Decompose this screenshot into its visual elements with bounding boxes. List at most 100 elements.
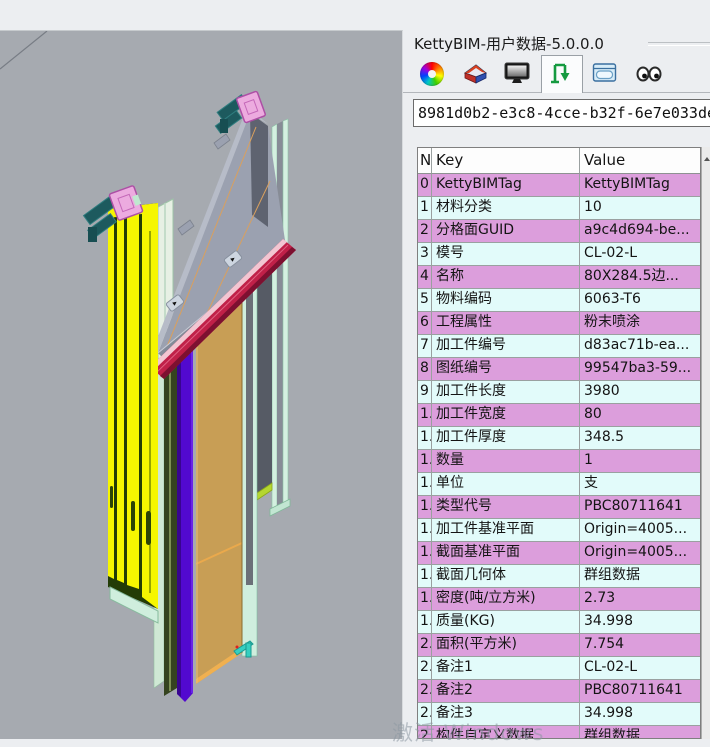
table-row[interactable]: 3模号CL-02-L bbox=[418, 243, 700, 266]
table-cell-val: 2.73 bbox=[580, 588, 700, 611]
table-cell-no: 0 bbox=[418, 174, 432, 197]
table-cell-val: 348.5 bbox=[580, 427, 700, 450]
table-cell-no: 8 bbox=[418, 358, 432, 381]
header-cell-value[interactable]: Value bbox=[580, 148, 700, 174]
app-window: { "window": { "title": "KettyBIM-用户数据-5.… bbox=[0, 0, 710, 739]
material-pie-icon[interactable] bbox=[461, 61, 489, 89]
table-cell-no: 1 bbox=[418, 197, 432, 220]
data-table[interactable]: No Key Value 0KettyBIMTagKettyBIMTag1材料分… bbox=[417, 147, 701, 739]
model-tan-panel bbox=[196, 288, 242, 684]
table-cell-no: 2. bbox=[418, 726, 432, 739]
table-cell-val: 支 bbox=[580, 473, 700, 496]
table-row[interactable]: 2.备注1CL-02-L bbox=[418, 657, 700, 680]
table-cell-key: 图纸编号 bbox=[432, 358, 580, 381]
table-cell-no: 3 bbox=[418, 243, 432, 266]
table-row[interactable]: 5物料编码6063-T6 bbox=[418, 289, 700, 312]
table-cell-no: 1. bbox=[418, 404, 432, 427]
model-olive-strip bbox=[164, 351, 177, 696]
table-cell-val: 群组数据 bbox=[580, 726, 700, 739]
table-cell-val: 10 bbox=[580, 197, 700, 220]
table-cell-val: 80X284.5边... bbox=[580, 266, 700, 289]
table-row[interactable]: 1.单位支 bbox=[418, 473, 700, 496]
table-cell-val: 粉末喷涂 bbox=[580, 312, 700, 335]
table-cell-val: PBC80711641 bbox=[580, 680, 700, 703]
table-row[interactable]: 2分格面GUIDa9c4d694-be... bbox=[418, 220, 700, 243]
table-row[interactable]: 1.加工件厚度348.5 bbox=[418, 427, 700, 450]
table-cell-no: 5 bbox=[418, 289, 432, 312]
table-cell-no: 2 bbox=[418, 220, 432, 243]
scrollbar-up-icon bbox=[704, 157, 710, 161]
table-cell-key: 材料分类 bbox=[432, 197, 580, 220]
monitor-icon[interactable] bbox=[504, 61, 532, 89]
axis-line bbox=[0, 31, 47, 69]
panel-title: KettyBIM-用户数据-5.0.0.0 bbox=[414, 33, 604, 54]
table-row[interactable]: 9加工件长度3980 bbox=[418, 381, 700, 404]
table-cell-key: 加工件编号 bbox=[432, 335, 580, 358]
table-cell-key: 备注3 bbox=[432, 703, 580, 726]
table-cell-no: 1. bbox=[418, 588, 432, 611]
import-pipe-icon[interactable] bbox=[549, 61, 577, 89]
table-cell-key: 类型代号 bbox=[432, 496, 580, 519]
header-cell-key[interactable]: Key bbox=[432, 148, 580, 174]
color-wheel-icon[interactable] bbox=[419, 61, 447, 89]
table-row[interactable]: 8图纸编号99547ba3-59... bbox=[418, 358, 700, 381]
table-cell-no: 1. bbox=[418, 565, 432, 588]
title-divider bbox=[648, 42, 710, 46]
table-cell-val: 3980 bbox=[580, 381, 700, 404]
table-row[interactable]: 1.加工件宽度80 bbox=[418, 404, 700, 427]
table-cell-key: KettyBIMTag bbox=[432, 174, 580, 197]
table-row[interactable]: 4名称80X284.5边... bbox=[418, 266, 700, 289]
vertical-scrollbar[interactable] bbox=[701, 147, 710, 739]
model-right-inner-channel bbox=[242, 238, 257, 656]
table-row[interactable]: 6工程属性粉末喷涂 bbox=[418, 312, 700, 335]
table-row[interactable]: 1.截面几何体群组数据 bbox=[418, 565, 700, 588]
table-cell-key: 质量(KG) bbox=[432, 611, 580, 634]
table-cell-key: 截面几何体 bbox=[432, 565, 580, 588]
table-row[interactable]: 1.质量(KG)34.998 bbox=[418, 611, 700, 634]
table-row[interactable]: 1.截面基准平面Origin=4005... bbox=[418, 542, 700, 565]
table-cell-key: 数量 bbox=[432, 450, 580, 473]
table-cell-no: 2. bbox=[418, 680, 432, 703]
table-cell-val: CL-02-L bbox=[580, 243, 700, 266]
table-cell-val: 34.998 bbox=[580, 703, 700, 726]
table-cell-val: Origin=4005... bbox=[580, 519, 700, 542]
eyes-icon[interactable] bbox=[635, 61, 663, 89]
table-cell-val: CL-02-L bbox=[580, 657, 700, 680]
table-cell-val: 群组数据 bbox=[580, 565, 700, 588]
table-row[interactable]: 1.类型代号PBC80711641 bbox=[418, 496, 700, 519]
header-cell-no[interactable]: No bbox=[418, 148, 432, 174]
3d-viewport[interactable] bbox=[0, 30, 403, 739]
table-cell-key: 面积(平方米) bbox=[432, 634, 580, 657]
model-drawing bbox=[0, 31, 403, 739]
table-cell-no: 1. bbox=[418, 611, 432, 634]
table-row[interactable]: 1.加工件基准平面Origin=4005... bbox=[418, 519, 700, 542]
table-cell-no: 1. bbox=[418, 473, 432, 496]
table-cell-key: 物料编码 bbox=[432, 289, 580, 312]
table-row[interactable]: 2.备注2PBC80711641 bbox=[418, 680, 700, 703]
table-cell-val: Origin=4005... bbox=[580, 542, 700, 565]
table-cell-key: 加工件宽度 bbox=[432, 404, 580, 427]
window-box-icon[interactable] bbox=[592, 61, 620, 89]
table-row[interactable]: 2.备注334.998 bbox=[418, 703, 700, 726]
guid-input[interactable] bbox=[413, 99, 710, 127]
table-cell-val: PBC80711641 bbox=[580, 496, 700, 519]
table-row[interactable]: 2.构件自定义数据群组数据 bbox=[418, 726, 700, 739]
table-cell-no: 4 bbox=[418, 266, 432, 289]
table-row[interactable]: 1材料分类10 bbox=[418, 197, 700, 220]
table-row[interactable]: 0KettyBIMTagKettyBIMTag bbox=[418, 174, 700, 197]
table-row[interactable]: 2.面积(平方米)7.754 bbox=[418, 634, 700, 657]
table-cell-no: 1. bbox=[418, 542, 432, 565]
table-body: 0KettyBIMTagKettyBIMTag1材料分类102分格面GUIDa9… bbox=[418, 174, 700, 739]
table-cell-no: 1. bbox=[418, 496, 432, 519]
table-cell-key: 加工件长度 bbox=[432, 381, 580, 404]
table-cell-key: 密度(吨/立方米) bbox=[432, 588, 580, 611]
table-row[interactable]: 7加工件编号d83ac71b-ea... bbox=[418, 335, 700, 358]
table-cell-val: KettyBIMTag bbox=[580, 174, 700, 197]
table-header: No Key Value bbox=[418, 148, 700, 174]
table-row[interactable]: 1.数量1 bbox=[418, 450, 700, 473]
table-cell-no: 7 bbox=[418, 335, 432, 358]
model-purple-bar bbox=[177, 337, 193, 702]
table-row[interactable]: 1.密度(吨/立方米)2.73 bbox=[418, 588, 700, 611]
table-cell-key: 加工件基准平面 bbox=[432, 519, 580, 542]
table-cell-val: 6063-T6 bbox=[580, 289, 700, 312]
